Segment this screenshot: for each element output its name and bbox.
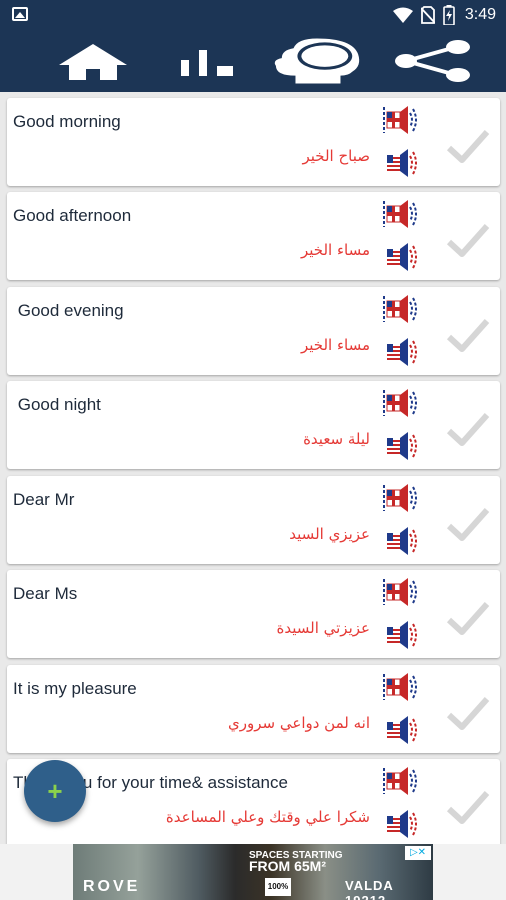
share-button[interactable] bbox=[388, 36, 478, 86]
no-sim-icon bbox=[420, 6, 435, 24]
check-icon[interactable] bbox=[445, 126, 491, 166]
bar-chart-icon bbox=[181, 50, 233, 76]
wifi-icon bbox=[392, 7, 413, 23]
english-speaker-icon[interactable] bbox=[381, 197, 419, 231]
quiz-button[interactable] bbox=[272, 36, 362, 86]
adchoices-icon[interactable]: ▷✕ bbox=[405, 846, 431, 860]
status-bar: 3:49 bbox=[0, 0, 506, 30]
phrase-card[interactable]: It is my pleasure انه لمن دواعي سروري bbox=[7, 665, 500, 753]
ad-area: ROVE SPACES STARTING FROM 65M² 100% POST… bbox=[0, 844, 506, 900]
arabic-phrase: مساء الخير bbox=[300, 241, 370, 259]
stats-button[interactable] bbox=[162, 36, 252, 86]
app-toolbar bbox=[0, 30, 506, 92]
arabic-phrase: صباح الخير bbox=[302, 147, 370, 165]
check-icon[interactable] bbox=[445, 409, 491, 449]
english-speaker-icon[interactable] bbox=[381, 575, 419, 609]
arabic-phrase: ليلة سعيدة bbox=[303, 430, 370, 448]
phrase-card[interactable]: Good afternoon مساء الخير bbox=[7, 192, 500, 280]
head-thought-icon bbox=[274, 38, 360, 84]
add-fab-button[interactable]: + bbox=[24, 760, 86, 822]
check-icon[interactable] bbox=[445, 787, 491, 827]
phrase-list: Good morning صباح الخير Good afternoon م… bbox=[0, 92, 506, 844]
us-speaker-icon[interactable] bbox=[381, 240, 419, 274]
phrase-card[interactable]: Good evening مساء الخير bbox=[7, 287, 500, 375]
us-speaker-icon[interactable] bbox=[381, 524, 419, 558]
share-icon bbox=[395, 40, 470, 82]
check-icon[interactable] bbox=[445, 504, 491, 544]
phrase-card[interactable]: Good morning صباح الخير bbox=[7, 98, 500, 186]
plus-icon: + bbox=[47, 775, 63, 806]
check-icon[interactable] bbox=[445, 598, 491, 638]
battery-charging-icon bbox=[443, 5, 455, 25]
arabic-phrase: عزيزي السيد bbox=[289, 525, 370, 543]
check-icon[interactable] bbox=[445, 315, 491, 355]
phrase-card[interactable]: Dear Ms عزيزتي السيدة bbox=[7, 570, 500, 658]
arabic-phrase: مساء الخير bbox=[300, 336, 370, 354]
check-icon[interactable] bbox=[445, 220, 491, 260]
arabic-phrase: شكرا علي وقتك وعلي المساعدة bbox=[165, 808, 370, 826]
ad-brand-left: ROVE bbox=[83, 878, 141, 895]
us-speaker-icon[interactable] bbox=[381, 335, 419, 369]
gallery-icon bbox=[12, 7, 28, 21]
ad-brand-right: VALDA 19212 bbox=[345, 878, 394, 900]
english-speaker-icon[interactable] bbox=[381, 386, 419, 420]
us-speaker-icon[interactable] bbox=[381, 429, 419, 463]
english-phrase: Good afternoon bbox=[13, 206, 132, 225]
us-speaker-icon[interactable] bbox=[381, 618, 419, 652]
english-phrase: Dear Ms bbox=[13, 584, 78, 603]
ad-badge: 100% POST bbox=[265, 878, 291, 896]
home-icon bbox=[59, 44, 127, 80]
ad-promo: SPACES STARTING FROM 65M² bbox=[249, 850, 343, 874]
phrase-card[interactable]: Dear Mr عزيزي السيد bbox=[7, 476, 500, 564]
check-icon[interactable] bbox=[445, 693, 491, 733]
phrase-card[interactable]: Good night ليلة سعيدة bbox=[7, 381, 500, 469]
english-speaker-icon[interactable] bbox=[381, 292, 419, 326]
arabic-phrase: عزيزتي السيدة bbox=[276, 619, 370, 637]
english-phrase: It is my pleasure bbox=[13, 679, 137, 698]
english-speaker-icon[interactable] bbox=[381, 764, 419, 798]
clock: 3:49 bbox=[464, 6, 496, 23]
english-phrase: Good morning bbox=[13, 112, 121, 131]
home-button[interactable] bbox=[48, 36, 138, 86]
us-speaker-icon[interactable] bbox=[381, 807, 419, 841]
english-speaker-icon[interactable] bbox=[381, 103, 419, 137]
english-phrase: Dear Mr bbox=[13, 490, 75, 509]
english-speaker-icon[interactable] bbox=[381, 670, 419, 704]
us-speaker-icon[interactable] bbox=[381, 146, 419, 180]
english-phrase: Good evening bbox=[13, 301, 124, 320]
ad-banner[interactable]: ROVE SPACES STARTING FROM 65M² 100% POST… bbox=[73, 844, 433, 900]
english-speaker-icon[interactable] bbox=[381, 481, 419, 515]
english-phrase: Good night bbox=[13, 395, 101, 414]
arabic-phrase: انه لمن دواعي سروري bbox=[228, 714, 370, 732]
us-speaker-icon[interactable] bbox=[381, 713, 419, 747]
